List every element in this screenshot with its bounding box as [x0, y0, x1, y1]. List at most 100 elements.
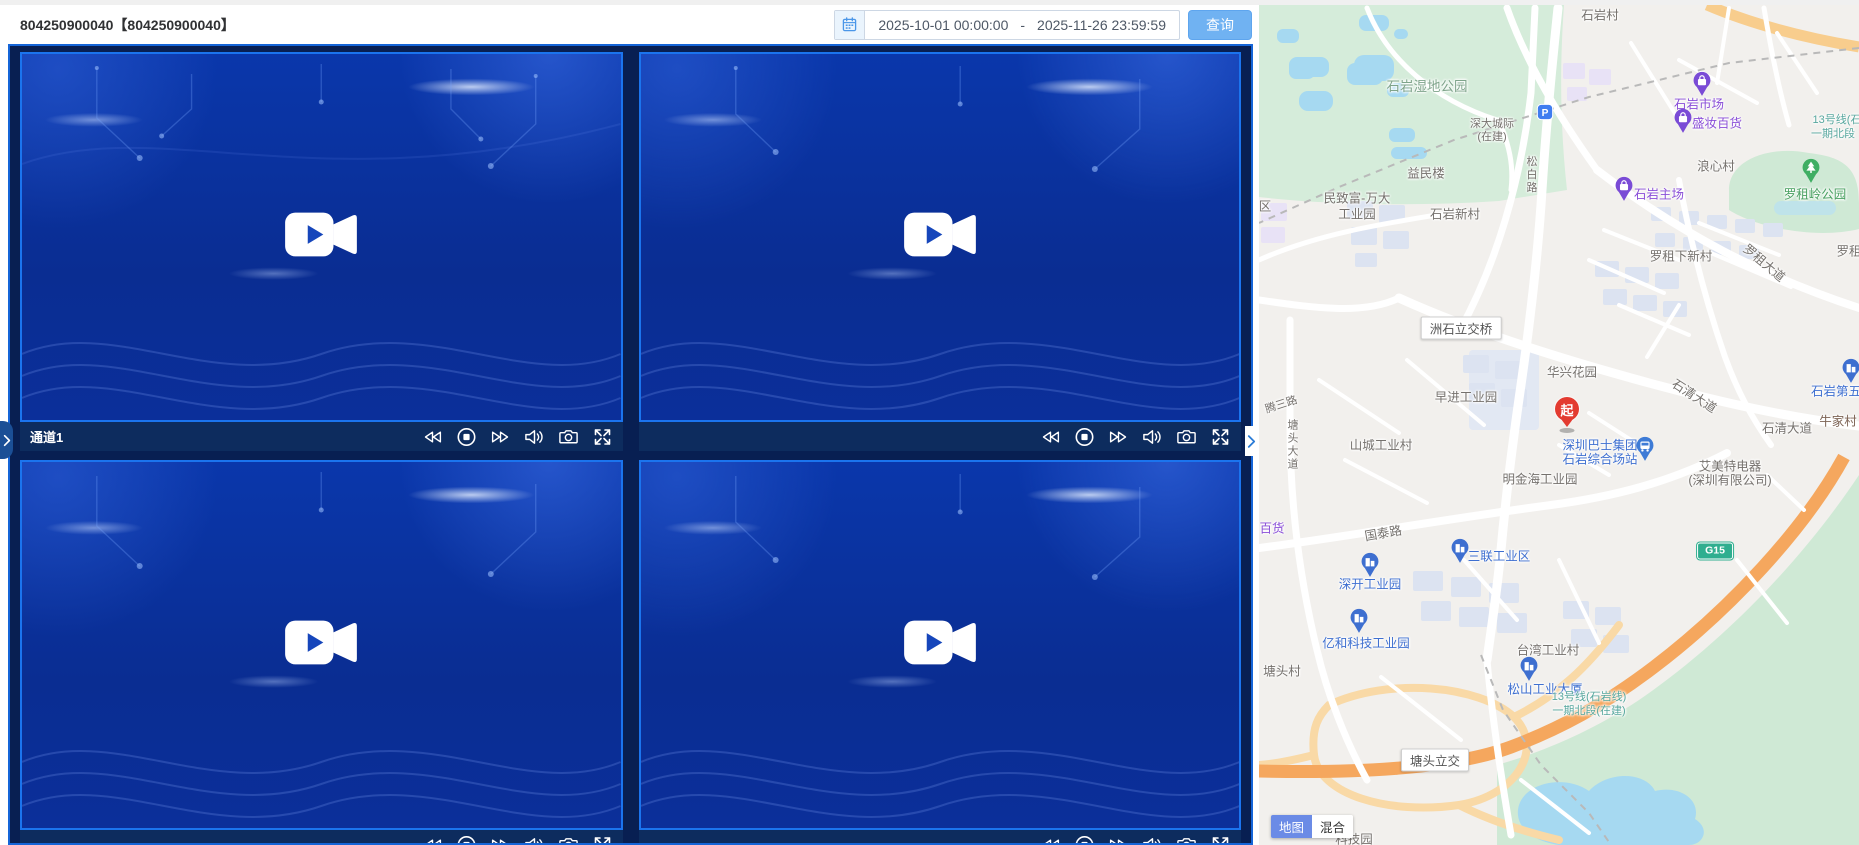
video-cell-2 — [639, 52, 1242, 451]
rewind-button[interactable] — [1040, 835, 1061, 845]
volume-button[interactable] — [1142, 835, 1163, 845]
map-label: 松白路 — [1523, 156, 1539, 195]
highway-badge: G15 — [1697, 543, 1733, 560]
stop-button[interactable] — [1074, 835, 1095, 845]
snapshot-button[interactable] — [558, 427, 579, 447]
right-collapse-tab[interactable] — [1245, 426, 1258, 456]
map-type-button-map[interactable]: 地图 — [1271, 815, 1312, 838]
volume-button[interactable] — [1142, 427, 1163, 447]
player-control-bar-2 — [639, 422, 1242, 451]
map-label: 早进工业园 — [1435, 387, 1498, 406]
page-top-strip — [0, 0, 1859, 5]
rewind-button[interactable] — [1040, 427, 1061, 447]
map-label: 罗租岭公园 — [1784, 184, 1847, 203]
fast-forward-button[interactable] — [490, 835, 511, 845]
map-label: 华兴花园 — [1547, 362, 1597, 381]
fast-forward-button[interactable] — [490, 427, 511, 447]
calendar-icon[interactable] — [835, 11, 865, 39]
map-canvas[interactable]: 石岩村石岩湿地公园深大城际(在建)石岩市场盛妆百货13号线(石一期北段益民楼松白… — [1259, 5, 1859, 845]
building-marker[interactable] — [1840, 358, 1859, 384]
player-control-bar-1: 通道1 — [20, 422, 623, 451]
map-label: 工业园 — [1338, 204, 1376, 223]
rewind-button[interactable] — [422, 835, 443, 845]
map-label: 罗租下新村 — [1650, 246, 1713, 265]
map-label: 浪心村 — [1697, 156, 1735, 175]
map-label: (在建) — [1477, 128, 1506, 144]
map-label: 洲石立交桥 — [1421, 317, 1502, 340]
date-range-picker[interactable]: 2025-10-01 00:00:00 - 2025-11-26 23:59:5… — [834, 10, 1180, 40]
map-label: 塘头立交 — [1401, 749, 1469, 772]
stop-button[interactable] — [456, 427, 477, 447]
video-camera-icon — [901, 615, 979, 675]
snapshot-button[interactable] — [1176, 835, 1197, 845]
fast-forward-button[interactable] — [1108, 835, 1129, 845]
playback-pane: 804250900040【804250900040】 2025-10-01 00… — [0, 0, 1256, 845]
video-cell-1: 通道1 — [20, 52, 623, 451]
building-marker[interactable] — [1359, 552, 1381, 578]
rewind-button[interactable] — [422, 427, 443, 447]
video-camera-icon — [901, 207, 979, 267]
chevron-right-icon — [1247, 434, 1256, 449]
snapshot-button[interactable] — [1176, 427, 1197, 447]
map-label: 三联工业区 — [1468, 546, 1531, 565]
device-title: 804250900040【804250900040】 — [20, 15, 235, 35]
map-label: 益民楼 — [1407, 163, 1445, 182]
fullscreen-button[interactable] — [1210, 835, 1231, 845]
fast-forward-button[interactable] — [1108, 427, 1129, 447]
map-label: 石岩主场 — [1634, 184, 1684, 203]
video-cell-3 — [20, 460, 623, 845]
fullscreen-button[interactable] — [592, 427, 613, 447]
map-label: 石岩综合场站 — [1562, 449, 1637, 468]
video-panel-2[interactable] — [639, 52, 1242, 422]
map-layer-control: 地图 混合 — [1271, 815, 1353, 838]
start-datetime-value[interactable]: 2025-10-01 00:00:00 — [878, 17, 1008, 33]
map-label: 明金海工业园 — [1502, 469, 1577, 488]
shop-marker[interactable] — [1672, 108, 1694, 134]
building-marker[interactable] — [1348, 608, 1370, 634]
search-button[interactable]: 查询 — [1188, 10, 1252, 40]
map-label: 山城工业村 — [1350, 435, 1413, 454]
volume-button[interactable] — [524, 835, 545, 845]
chevron-right-icon — [3, 434, 11, 447]
video-camera-icon — [282, 207, 360, 267]
video-camera-icon — [282, 615, 360, 675]
channel-label: 通道1 — [30, 427, 63, 446]
map-type-button-hybrid[interactable]: 混合 — [1312, 815, 1353, 838]
volume-button[interactable] — [524, 427, 545, 447]
stop-button[interactable] — [456, 835, 477, 845]
player-control-bar-4 — [639, 830, 1242, 845]
shop-marker[interactable] — [1613, 176, 1635, 202]
snapshot-button[interactable] — [558, 835, 579, 845]
map-label: 亿和科技工业园 — [1322, 633, 1410, 652]
fullscreen-button[interactable] — [1210, 427, 1231, 447]
shop-marker[interactable] — [1691, 71, 1713, 97]
player-control-bar-3 — [20, 830, 623, 845]
fullscreen-button[interactable] — [592, 835, 613, 845]
map-label: 一期北段 — [1811, 125, 1855, 141]
video-panel-4[interactable] — [639, 460, 1242, 830]
end-datetime-value[interactable]: 2025-11-26 23:59:59 — [1037, 17, 1166, 33]
map-label: 一期北段(在建) — [1552, 702, 1625, 718]
map-label: 石清大道 — [1762, 418, 1812, 437]
building-marker[interactable] — [1518, 656, 1540, 682]
start-marker[interactable]: 起 — [1555, 397, 1579, 421]
map-label: 石岩新村 — [1430, 204, 1480, 223]
tree-marker[interactable] — [1800, 158, 1822, 184]
date-range-separator: - — [1020, 17, 1025, 33]
video-cell-4 — [639, 460, 1242, 845]
building-marker[interactable] — [1449, 538, 1471, 564]
map-label: 石岩村 — [1581, 5, 1619, 24]
stop-button[interactable] — [1074, 427, 1095, 447]
parking-marker[interactable] — [1537, 104, 1554, 121]
map-label: 石岩湿地公园 — [1387, 75, 1468, 95]
map-label: 盛妆百货 — [1692, 113, 1742, 132]
bus-marker[interactable] — [1634, 436, 1656, 462]
video-panel-1[interactable] — [20, 52, 623, 422]
left-collapse-tab[interactable] — [0, 421, 13, 459]
map-label: 塘头大道 — [1284, 419, 1300, 471]
map-label: (深圳有限公司) — [1688, 470, 1771, 489]
video-grid-container: 通道1 — [8, 44, 1253, 845]
map-label: 罗租 — [1836, 241, 1859, 260]
video-panel-3[interactable] — [20, 460, 623, 830]
map-label: 牛家村 — [1819, 411, 1857, 430]
